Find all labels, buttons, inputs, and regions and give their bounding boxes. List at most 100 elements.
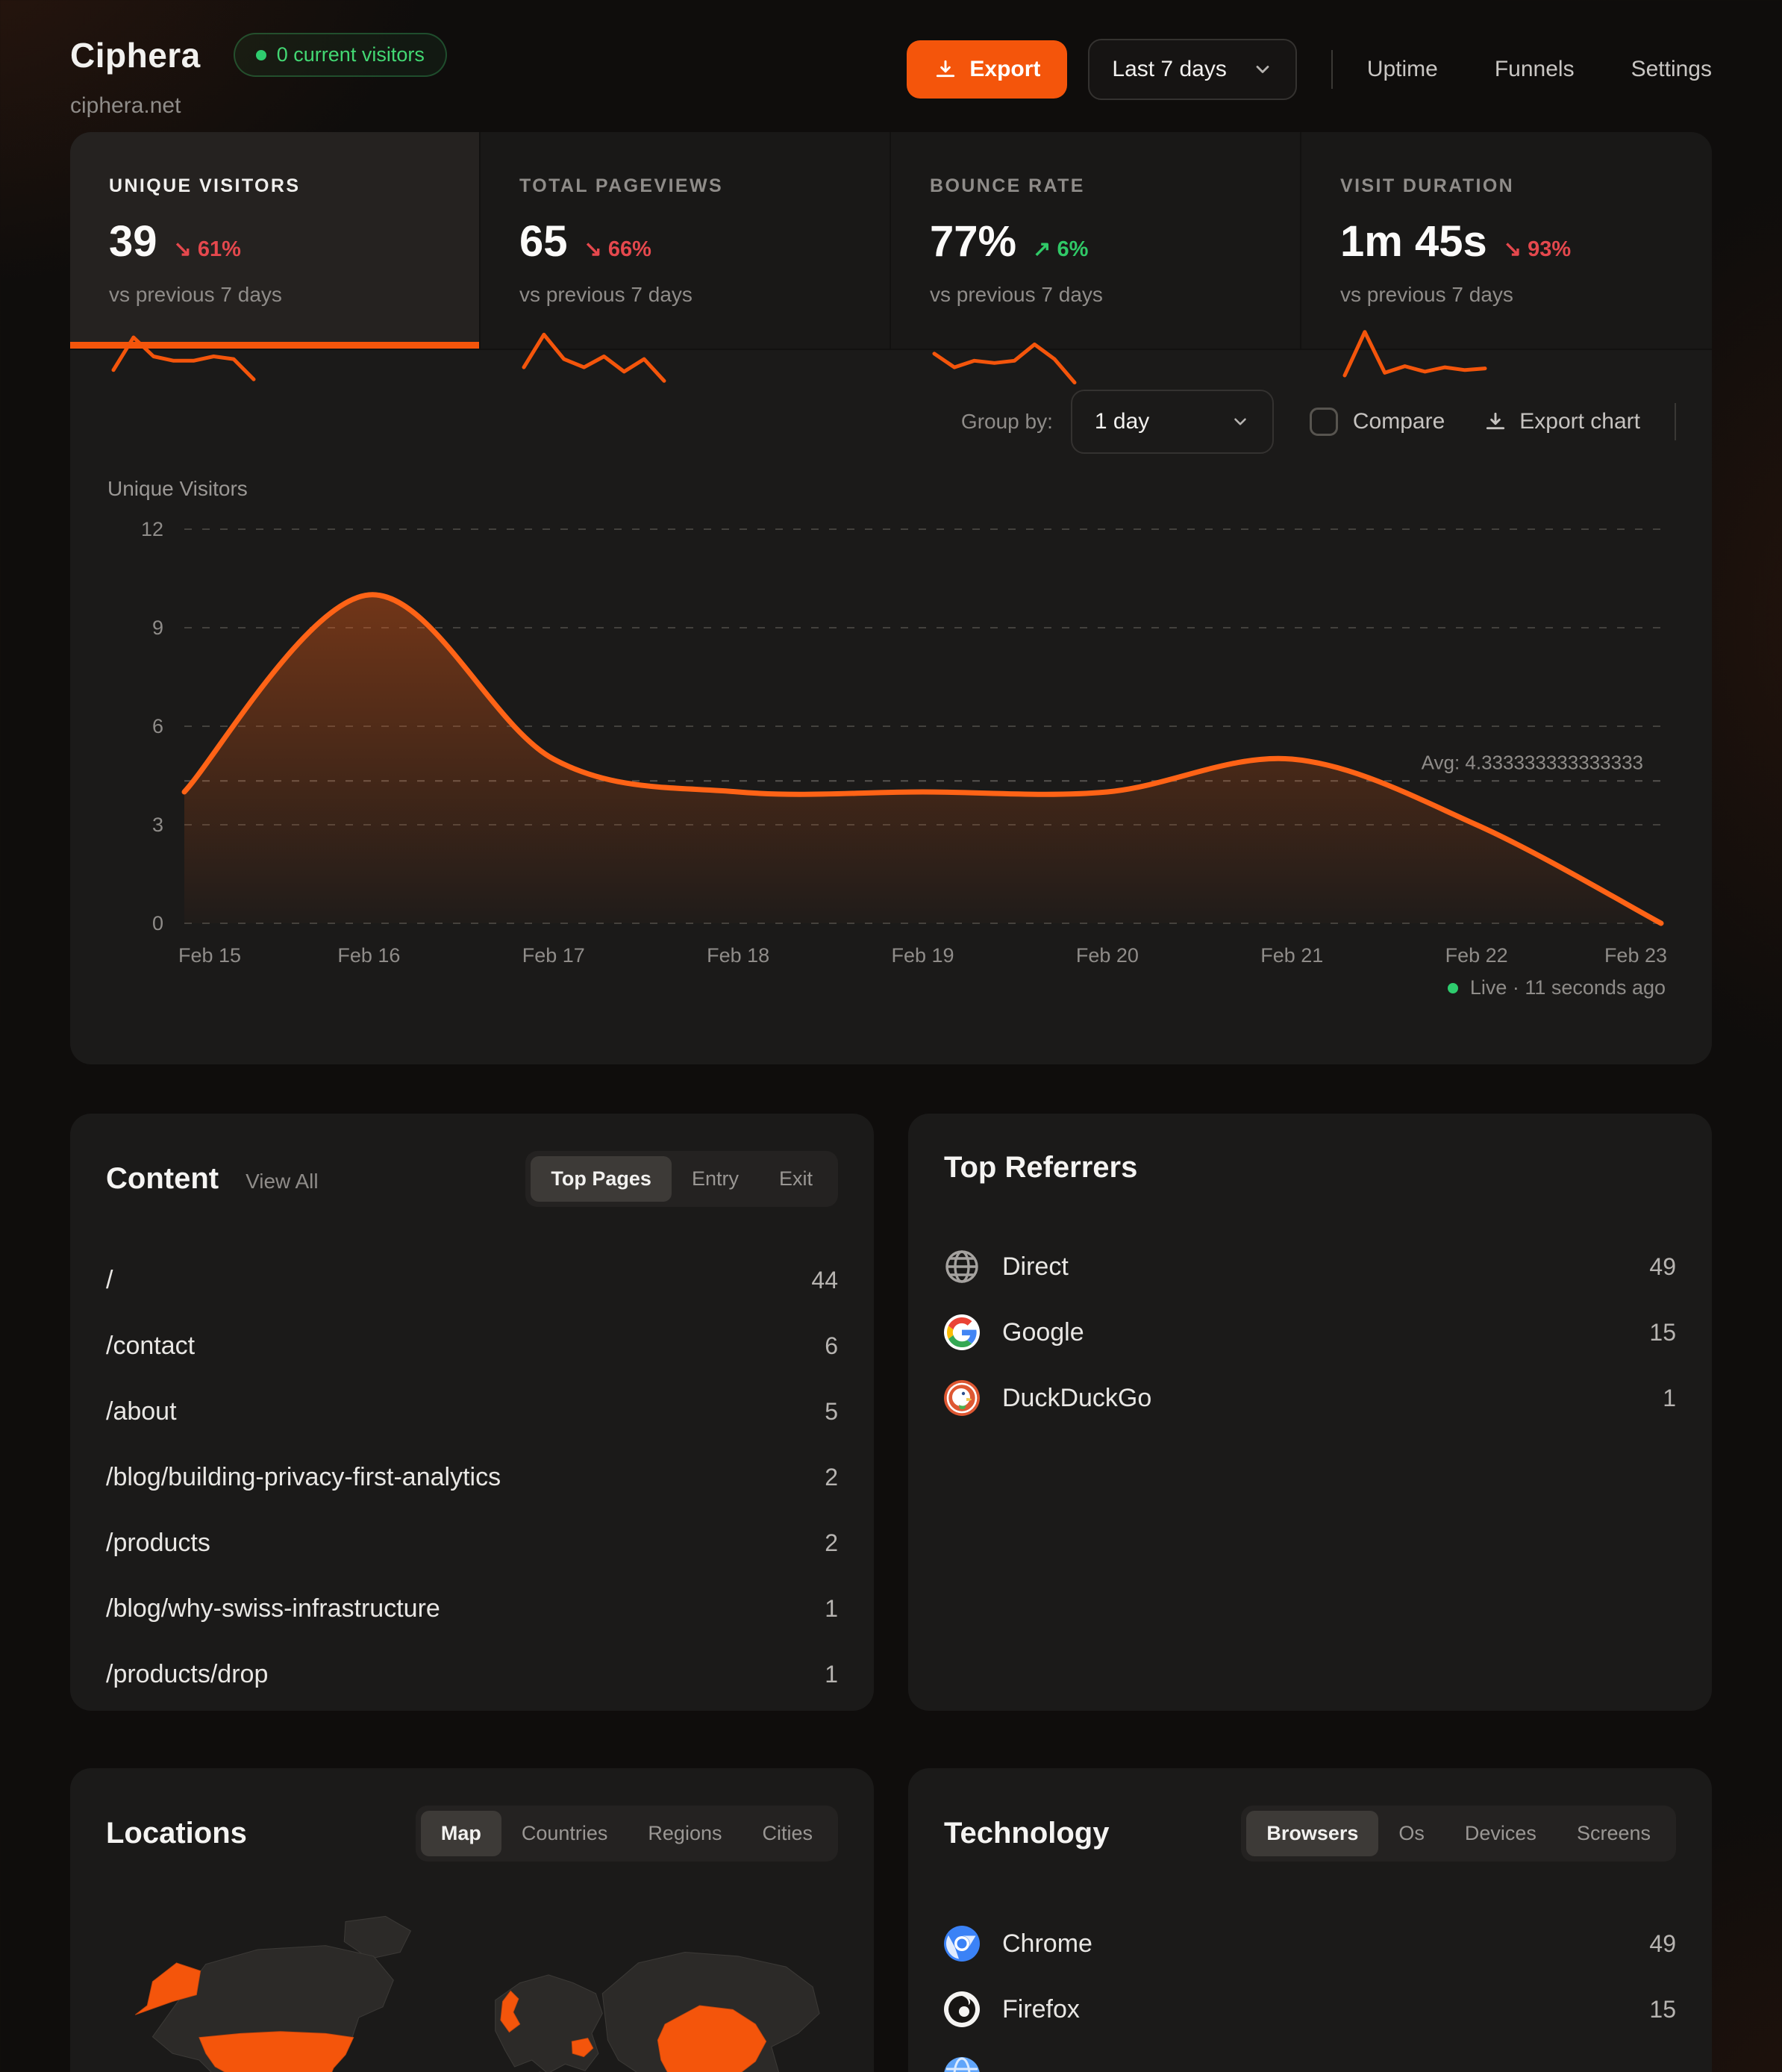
live-dot-icon [1448,983,1458,993]
svg-text:6: 6 [152,715,163,737]
firefox-icon [944,1991,980,2027]
svg-text:Avg: 4.333333333333333: Avg: 4.333333333333333 [1422,751,1643,773]
google-icon [944,1314,980,1350]
content-title: Content [106,1162,219,1196]
stat-tab-visit-duration[interactable]: VISIT DURATION 1m 45s ↘ 93% vs previous … [1301,132,1712,349]
analytics-dashboard: Ciphera 0 current visitors ciphera.net E… [0,0,1782,2072]
stat-value: 39 [109,216,157,266]
browser-row-cutoff[interactable] [944,2042,1676,2072]
duckduckgo-icon [944,1380,980,1416]
tab-countries[interactable]: Countries [501,1811,628,1856]
nav-settings[interactable]: Settings [1631,57,1712,82]
tab-browsers[interactable]: Browsers [1246,1811,1378,1856]
chevron-down-icon [1231,412,1250,431]
stat-label: BOUNCE RATE [930,175,1261,197]
svg-text:Feb 20: Feb 20 [1076,944,1139,967]
technology-tabs: Browsers Os Devices Screens [1241,1806,1676,1862]
tab-screens[interactable]: Screens [1557,1811,1671,1856]
unique-visitors-chart[interactable]: 036912Avg: 4.333333333333333Feb 15Feb 16… [106,501,1676,970]
group-by-select[interactable]: 1 day [1071,390,1274,454]
stats-row: UNIQUE VISITORS 39 ↘ 61% vs previous 7 d… [70,132,1712,350]
stat-tab-total-pageviews[interactable]: TOTAL PAGEVIEWS 65 ↘ 66% vs previous 7 d… [481,132,891,349]
stat-compare-label: vs previous 7 days [109,283,440,307]
overview-card: UNIQUE VISITORS 39 ↘ 61% vs previous 7 d… [70,132,1712,1064]
page-row[interactable]: /products/drop1 [106,1641,838,1707]
referrers-panel: Top Referrers Direct 49 [908,1114,1712,1711]
tab-regions[interactable]: Regions [628,1811,742,1856]
group-by-value: 1 day [1095,409,1149,434]
stat-tab-unique-visitors[interactable]: UNIQUE VISITORS 39 ↘ 61% vs previous 7 d… [70,132,481,349]
export-button[interactable]: Export [907,40,1067,99]
locations-panel: Locations Map Countries Regions Cities [70,1768,874,2072]
nav-funnels[interactable]: Funnels [1495,57,1575,82]
referrer-row[interactable]: Direct 49 [944,1234,1676,1299]
tab-exit[interactable]: Exit [759,1156,833,1202]
browser-globe-icon [944,2057,980,2072]
stat-value: 77% [930,216,1016,266]
main-nav: Uptime Funnels Settings [1367,57,1712,82]
world-map-svg [106,1900,838,2072]
page-row[interactable]: /about5 [106,1379,838,1444]
tab-cities[interactable]: Cities [742,1811,833,1856]
stat-compare-label: vs previous 7 days [1340,283,1673,307]
svg-text:3: 3 [152,814,163,836]
page-row[interactable]: /44 [106,1247,838,1313]
live-status: Live · 11 seconds ago [106,976,1676,999]
referrer-row[interactable]: Google 15 [944,1299,1676,1365]
svg-text:9: 9 [152,617,163,639]
referrers-title: Top Referrers [944,1151,1137,1185]
stat-delta: ↘ 61% [174,236,241,262]
stat-label: VISIT DURATION [1340,175,1673,197]
technology-panel: Technology Browsers Os Devices Screens [908,1768,1712,2072]
download-icon [934,57,957,81]
download-icon [1484,410,1507,434]
svg-text:Feb 19: Feb 19 [891,944,954,967]
referrer-row[interactable]: DuckDuckGo 1 [944,1365,1676,1431]
browser-row[interactable]: Chrome 49 [944,1911,1676,1976]
browser-row[interactable]: Firefox 15 [944,1976,1676,2042]
export-label: Export [969,57,1040,82]
svg-text:12: 12 [141,518,163,540]
content-tabs: Top Pages Entry Exit [525,1151,838,1207]
stat-compare-label: vs previous 7 days [519,283,851,307]
brand-block: Ciphera 0 current visitors ciphera.net [70,33,447,119]
group-by-label: Group by: [961,410,1053,434]
svg-text:Feb 17: Feb 17 [522,944,585,967]
export-chart-button[interactable]: Export chart [1484,409,1640,434]
brand-title: Ciphera [70,35,201,75]
svg-text:Feb 23: Feb 23 [1604,944,1667,967]
current-visitors-label: 0 current visitors [277,43,425,66]
sparkline-chart [1340,325,1489,388]
page-row[interactable]: /products2 [106,1510,838,1576]
tab-devices[interactable]: Devices [1445,1811,1557,1856]
technology-title: Technology [944,1817,1109,1850]
page-row[interactable]: /blog/building-privacy-first-analytics2 [106,1444,838,1510]
current-visitors-badge: 0 current visitors [234,33,447,77]
locations-title: Locations [106,1817,247,1850]
tab-os[interactable]: Os [1378,1811,1445,1856]
nav-uptime[interactable]: Uptime [1367,57,1438,82]
header-actions: Export Last 7 days Uptime Funnels Settin… [907,39,1712,100]
stat-tab-bounce-rate[interactable]: BOUNCE RATE 77% ↗ 6% vs previous 7 days [891,132,1301,349]
date-range-value: Last 7 days [1112,57,1226,82]
panels-row-2: Locations Map Countries Regions Cities [70,1768,1712,2072]
header-divider [1331,50,1333,89]
page-row[interactable]: /contact6 [106,1313,838,1379]
tab-map[interactable]: Map [421,1811,501,1856]
svg-text:Feb 22: Feb 22 [1445,944,1508,967]
site-domain: ciphera.net [70,93,447,119]
svg-text:Feb 15: Feb 15 [178,944,241,967]
view-all-link[interactable]: View All [246,1170,319,1193]
tab-entry[interactable]: Entry [672,1156,759,1202]
stat-delta: ↗ 6% [1033,236,1088,262]
compare-checkbox[interactable] [1310,408,1338,436]
sparkline-chart [109,325,258,388]
tab-top-pages[interactable]: Top Pages [531,1156,672,1202]
date-range-select[interactable]: Last 7 days [1088,39,1296,100]
controls-divider [1675,403,1676,440]
stat-value: 1m 45s [1340,216,1487,266]
page-row[interactable]: /blog/why-swiss-infrastructure1 [106,1576,838,1641]
world-map[interactable] [106,1900,838,2072]
stat-compare-label: vs previous 7 days [930,283,1261,307]
stat-delta: ↘ 66% [584,236,651,262]
